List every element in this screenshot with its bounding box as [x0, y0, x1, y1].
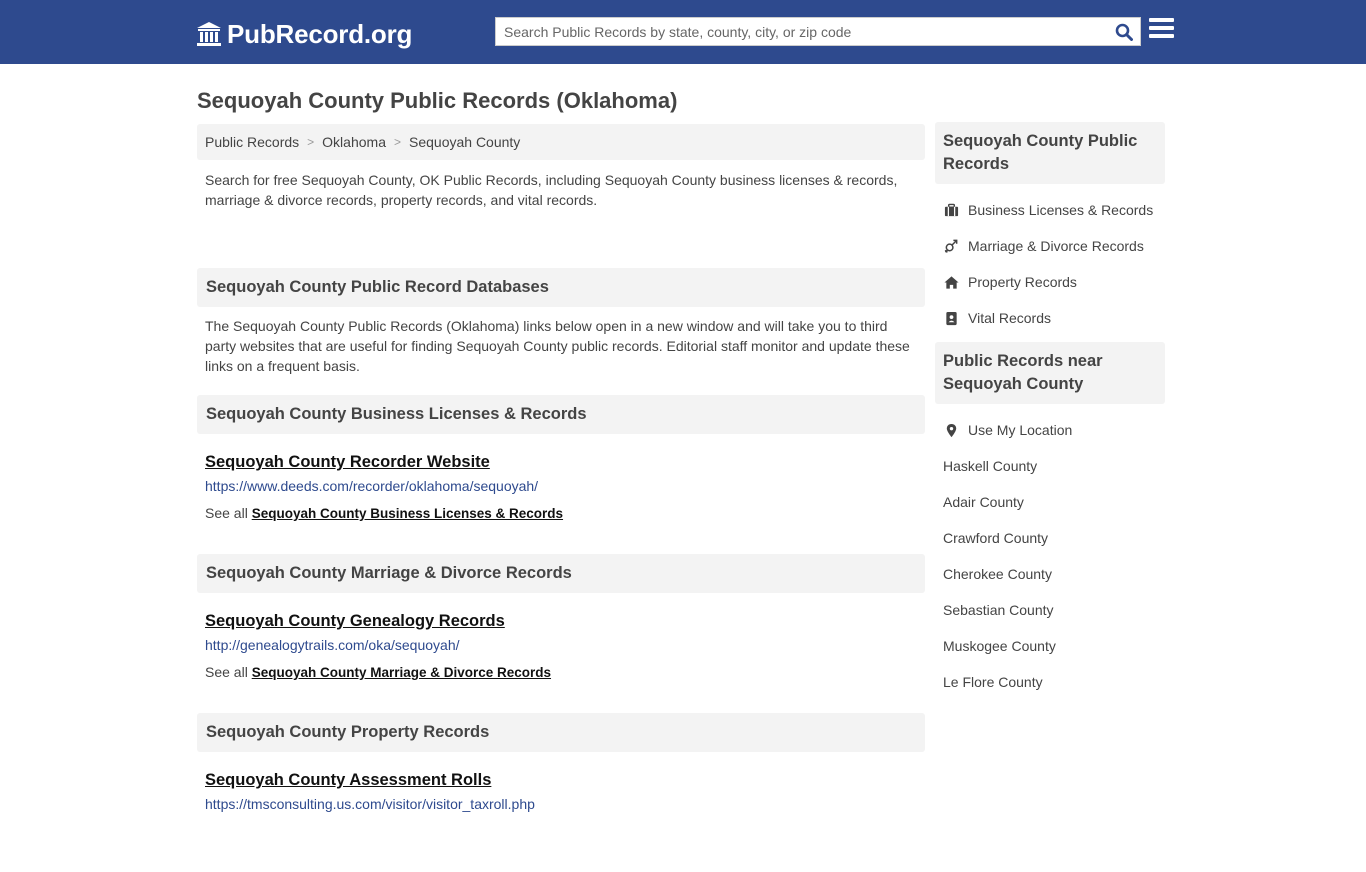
- sidebar-item-business[interactable]: Business Licenses & Records: [935, 192, 1165, 228]
- sidebar-item-label: Business Licenses & Records: [968, 202, 1154, 218]
- property-section-heading: Sequoyah County Property Records: [197, 713, 925, 752]
- page-title: Sequoyah County Public Records (Oklahoma…: [197, 88, 678, 113]
- search-input[interactable]: [496, 18, 1108, 45]
- search-bar: [495, 17, 1141, 46]
- see-all-line: See all Sequoyah County Business License…: [205, 505, 917, 521]
- see-all-prefix: See all: [205, 664, 248, 680]
- sidebar-item-label: Marriage & Divorce Records: [968, 238, 1144, 254]
- gender-icon: [943, 238, 959, 254]
- home-icon: [943, 274, 959, 290]
- near-county-link[interactable]: Crawford County: [935, 520, 1165, 556]
- courthouse-icon: [197, 22, 221, 46]
- sidebar-item-vital[interactable]: Vital Records: [935, 300, 1165, 336]
- sidebar-records-heading: Sequoyah County Public Records: [935, 122, 1165, 184]
- near-county-link[interactable]: Adair County: [935, 484, 1165, 520]
- record-url[interactable]: http://genealogytrails.com/oka/sequoyah/: [205, 637, 917, 653]
- breadcrumb-public-records[interactable]: Public Records: [205, 134, 299, 150]
- use-my-location-link[interactable]: Use My Location: [935, 412, 1165, 448]
- sidebar-item-label: Property Records: [968, 274, 1077, 290]
- sidebar-near-heading: Public Records near Sequoyah County: [935, 342, 1165, 404]
- sidebar-records-list: Business Licenses & Records Marriage & D…: [935, 184, 1165, 340]
- business-section-heading: Sequoyah County Business Licenses & Reco…: [197, 395, 925, 434]
- property-section: Sequoyah County Assessment Rolls https:/…: [197, 752, 925, 872]
- main-content: Public Records > Oklahoma > Sequoyah Cou…: [197, 124, 925, 872]
- record-title-link[interactable]: Sequoyah County Genealogy Records: [205, 612, 505, 631]
- near-county-link[interactable]: Le Flore County: [935, 664, 1165, 700]
- near-county-link[interactable]: Muskogee County: [935, 628, 1165, 664]
- sidebar-near-list: Use My Location Haskell County Adair Cou…: [935, 404, 1165, 704]
- site-header: PubRecord.org: [0, 0, 1366, 64]
- hamburger-menu-icon[interactable]: [1149, 18, 1175, 44]
- breadcrumb-separator: >: [393, 135, 401, 149]
- marriage-section: Sequoyah County Genealogy Records http:/…: [197, 593, 925, 713]
- see-all-prefix: See all: [205, 505, 248, 521]
- sidebar: Sequoyah County Public Records Business …: [935, 122, 1165, 704]
- see-all-link[interactable]: Sequoyah County Business Licenses & Reco…: [252, 506, 563, 521]
- breadcrumb-separator: >: [307, 135, 315, 149]
- breadcrumb-sequoyah-county[interactable]: Sequoyah County: [409, 134, 520, 150]
- search-icon: [1115, 23, 1133, 41]
- near-county-link[interactable]: Cherokee County: [935, 556, 1165, 592]
- see-all-link[interactable]: Sequoyah County Marriage & Divorce Recor…: [252, 665, 551, 680]
- intro-text: Search for free Sequoyah County, OK Publ…: [205, 172, 898, 208]
- id-card-icon: [943, 310, 959, 326]
- sidebar-item-label: Vital Records: [968, 310, 1052, 326]
- breadcrumb: Public Records > Oklahoma > Sequoyah Cou…: [197, 124, 925, 160]
- record-title-link[interactable]: Sequoyah County Recorder Website: [205, 453, 490, 472]
- breadcrumb-oklahoma[interactable]: Oklahoma: [322, 134, 386, 150]
- marriage-section-heading: Sequoyah County Marriage & Divorce Recor…: [197, 554, 925, 593]
- search-button[interactable]: [1108, 18, 1140, 45]
- see-all-line: See all Sequoyah County Marriage & Divor…: [205, 664, 917, 680]
- business-section: Sequoyah County Recorder Website https:/…: [197, 434, 925, 554]
- record-url[interactable]: https://www.deeds.com/recorder/oklahoma/…: [205, 478, 917, 494]
- sidebar-item-property[interactable]: Property Records: [935, 264, 1165, 300]
- near-county-link[interactable]: Haskell County: [935, 448, 1165, 484]
- site-logo[interactable]: PubRecord.org: [195, 18, 412, 50]
- use-my-location-label: Use My Location: [968, 422, 1073, 438]
- logo-text: PubRecord.org: [227, 18, 413, 49]
- sidebar-item-marriage[interactable]: Marriage & Divorce Records: [935, 228, 1165, 264]
- record-url[interactable]: https://tmsconsulting.us.com/visitor/vis…: [205, 796, 917, 812]
- databases-heading: Sequoyah County Public Record Databases: [197, 268, 925, 307]
- briefcase-icon: [943, 202, 959, 218]
- map-marker-icon: [943, 422, 959, 438]
- databases-description: The Sequoyah County Public Records (Okla…: [205, 318, 910, 374]
- near-county-link[interactable]: Sebastian County: [935, 592, 1165, 628]
- record-title-link[interactable]: Sequoyah County Assessment Rolls: [205, 771, 491, 790]
